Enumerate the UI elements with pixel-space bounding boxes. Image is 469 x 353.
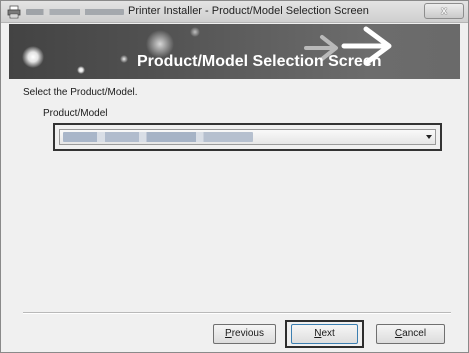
previous-button[interactable]: Previous — [213, 324, 276, 344]
selected-model-redacted — [63, 132, 253, 142]
printer-installer-icon — [7, 5, 21, 19]
close-icon: x — [440, 5, 448, 17]
page-title: Product/Model Selection Screen — [137, 53, 382, 70]
next-button-highlight: Next — [285, 320, 364, 348]
installer-window: Printer Installer - Product/Model Select… — [0, 0, 469, 353]
window-title: Printer Installer - Product/Model Select… — [128, 5, 369, 17]
product-model-select[interactable] — [59, 129, 436, 145]
close-button[interactable]: x — [424, 3, 464, 19]
previous-accel: P — [225, 328, 232, 339]
title-bar[interactable]: Printer Installer - Product/Model Select… — [1, 1, 468, 23]
footer-divider — [23, 312, 451, 314]
previous-label: revious — [231, 328, 264, 339]
cancel-label: ancel — [402, 328, 427, 339]
cancel-button[interactable]: Cancel — [376, 324, 445, 344]
title-redacted-product-name — [26, 9, 124, 15]
header-banner: Product/Model Selection Screen — [9, 24, 460, 79]
product-model-label: Product/Model — [43, 108, 108, 119]
next-button[interactable]: Next — [291, 324, 358, 344]
instruction-text: Select the Product/Model. — [23, 87, 138, 98]
chevron-down-icon[interactable] — [426, 135, 432, 139]
product-model-highlight — [53, 123, 442, 151]
next-label: ext — [321, 328, 335, 339]
